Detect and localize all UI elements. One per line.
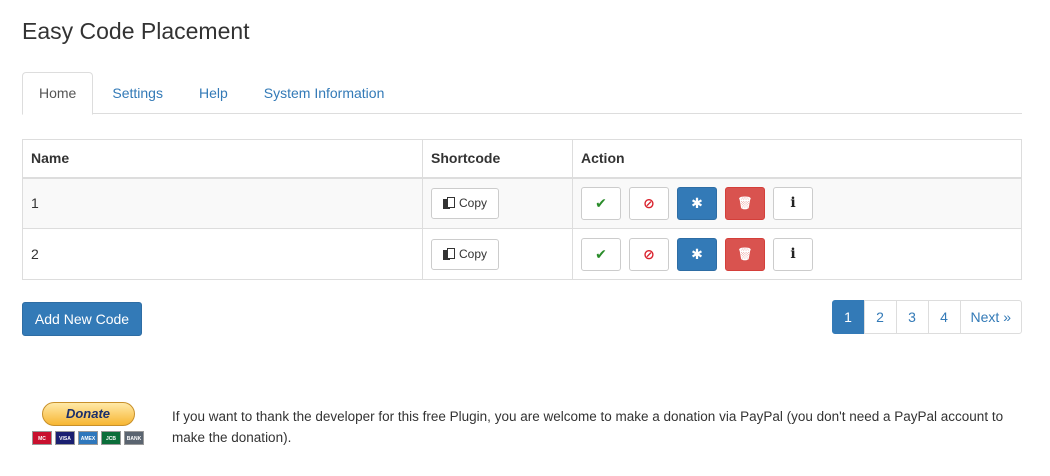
- activate-button[interactable]: ✔: [581, 237, 621, 271]
- table-row: 1 Copy ✔ ⊘ ✱ 🗑 i: [22, 177, 1022, 229]
- check-icon: ✔: [595, 245, 607, 262]
- pagination: 1 2 3 4 Next »: [831, 300, 1022, 334]
- header-action: Action: [572, 139, 1022, 179]
- header-name: Name: [22, 139, 423, 179]
- info-icon: i: [790, 195, 796, 212]
- page-title: Easy Code Placement: [22, 18, 250, 44]
- ban-icon: ⊘: [643, 194, 655, 211]
- delete-button[interactable]: 🗑: [725, 186, 765, 220]
- header-shortcode: Shortcode: [422, 139, 573, 179]
- row-name: 1: [22, 177, 423, 229]
- page-4-link[interactable]: 4: [927, 300, 961, 334]
- copy-icon: [443, 197, 455, 210]
- copy-icon: [443, 248, 455, 260]
- gear-icon: ✱: [691, 245, 703, 262]
- row-name: 2: [22, 228, 423, 280]
- info-icon: i: [790, 246, 796, 262]
- mastercard-icon: MC: [32, 431, 52, 445]
- row-actions-cell: ✔ ⊘ ✱ 🗑 i: [572, 228, 1022, 280]
- tab-home[interactable]: Home: [22, 72, 94, 115]
- page-1-link[interactable]: 1: [831, 300, 865, 334]
- activate-button[interactable]: ✔: [581, 186, 621, 220]
- jcb-icon: JCB: [101, 431, 121, 445]
- amex-icon: AMEX: [78, 431, 98, 445]
- trash-icon: 🗑: [737, 247, 753, 261]
- info-button[interactable]: i: [773, 186, 813, 220]
- table-header-row: Name Shortcode Action: [22, 139, 1022, 179]
- visa-icon: VISA: [55, 431, 75, 445]
- copy-label: Copy: [459, 196, 488, 211]
- codes-table: Name Shortcode Action 1 Copy ✔ ⊘ ✱ 🗑 i 2…: [22, 139, 1022, 280]
- info-button[interactable]: i: [773, 237, 813, 271]
- ban-icon: ⊘: [643, 245, 655, 262]
- page-2-link[interactable]: 2: [863, 300, 897, 334]
- tab-system-information[interactable]: System Information: [247, 72, 402, 114]
- check-icon: ✔: [595, 194, 607, 211]
- settings-button[interactable]: ✱: [677, 186, 717, 220]
- deactivate-button[interactable]: ⊘: [629, 237, 669, 271]
- tab-help[interactable]: Help: [182, 72, 245, 114]
- bank-icon: BANK: [124, 431, 144, 445]
- nav-tabs: Home Settings Help System Information: [22, 72, 1022, 115]
- donation-message: If you want to thank the developer for t…: [172, 409, 1004, 445]
- row-actions-cell: ✔ ⊘ ✱ 🗑 i: [572, 177, 1022, 229]
- row-shortcode-cell: Copy: [422, 177, 573, 229]
- copy-label: Copy: [459, 247, 488, 261]
- copy-shortcode-button[interactable]: Copy: [431, 187, 500, 219]
- settings-button[interactable]: ✱: [677, 237, 717, 271]
- donate-button[interactable]: Donate: [41, 402, 135, 426]
- copy-shortcode-button[interactable]: Copy: [431, 238, 500, 270]
- page-3-link[interactable]: 3: [895, 300, 929, 334]
- row-shortcode-cell: Copy: [422, 228, 573, 280]
- delete-button[interactable]: 🗑: [725, 237, 765, 271]
- add-new-code-button[interactable]: Add New Code: [22, 302, 142, 336]
- tab-settings[interactable]: Settings: [95, 72, 180, 114]
- next-page-link[interactable]: Next »: [959, 300, 1022, 334]
- deactivate-button[interactable]: ⊘: [629, 186, 669, 220]
- gear-icon: ✱: [691, 194, 703, 211]
- paypal-donate: Donate MC VISA AMEX JCB BANK: [32, 402, 144, 445]
- payment-cards: MC VISA AMEX JCB BANK: [32, 431, 144, 445]
- table-row: 2 Copy ✔ ⊘ ✱ 🗑 i: [22, 228, 1022, 280]
- trash-icon: 🗑: [737, 196, 753, 211]
